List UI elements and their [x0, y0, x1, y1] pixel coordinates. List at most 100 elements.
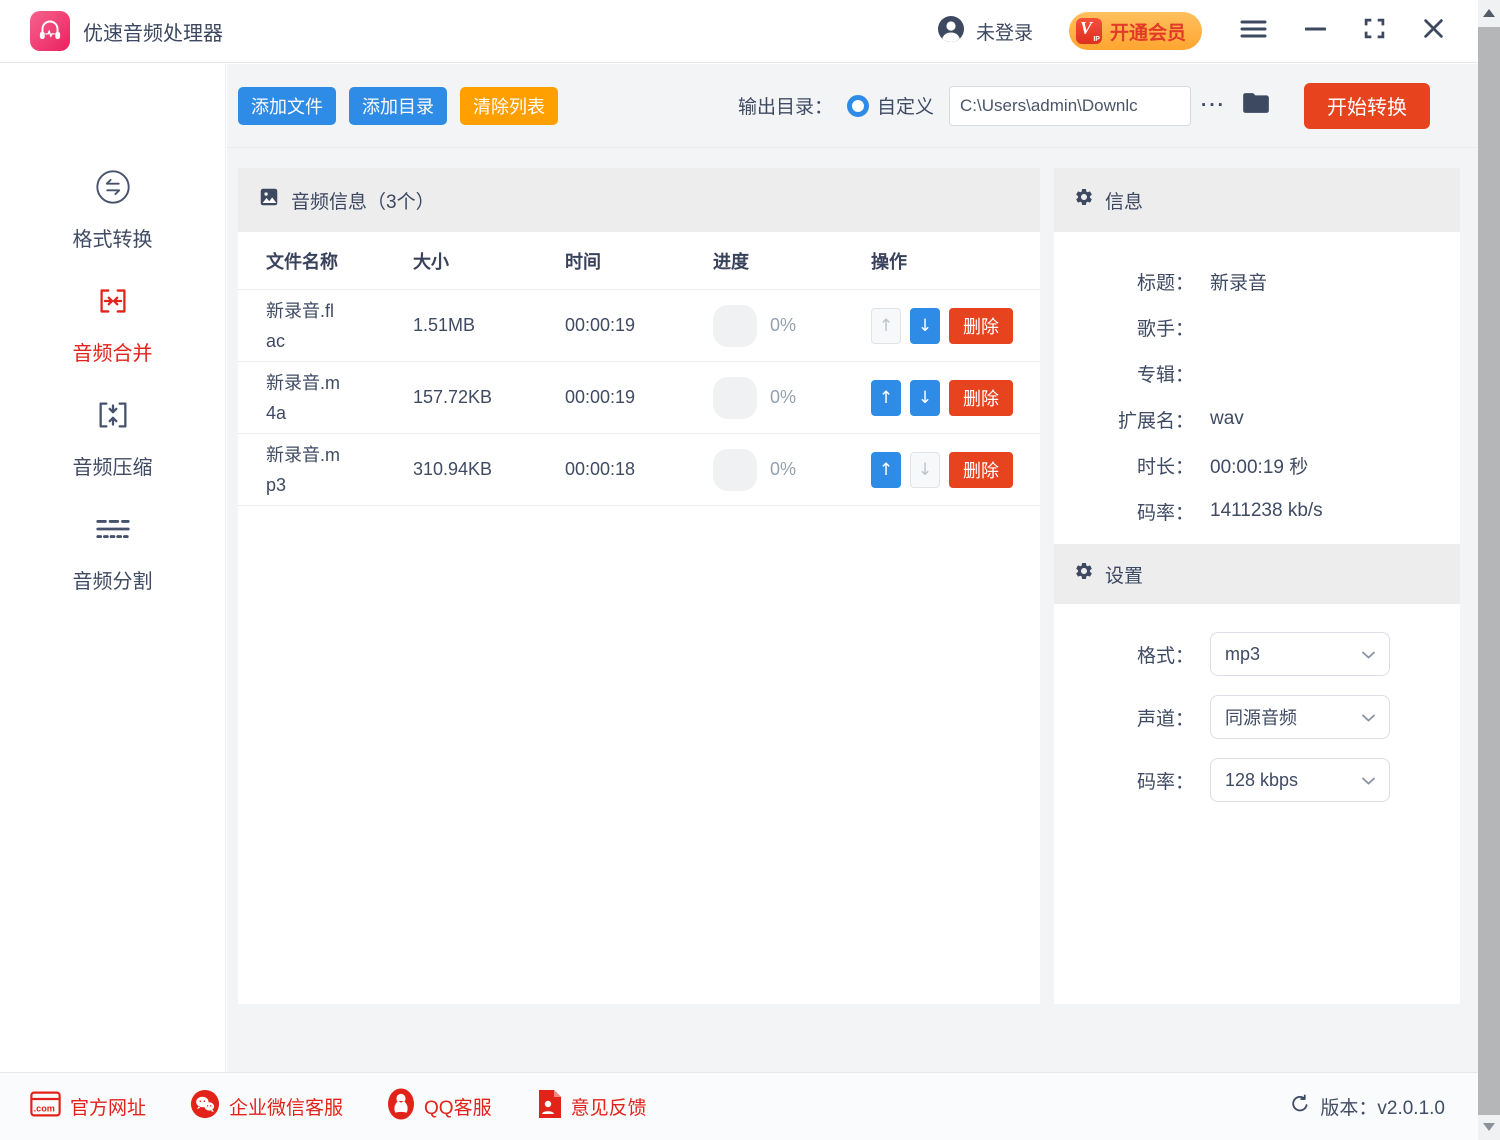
chevron-down-icon [1362, 769, 1375, 791]
scroll-up-button[interactable] [1478, 0, 1500, 26]
delete-button[interactable]: 删除 [949, 452, 1013, 488]
sidebar-item-audio-split[interactable]: 音频分割 [73, 510, 153, 594]
arrow-up-icon: ↑ [879, 388, 893, 408]
format-select[interactable]: mp3 [1210, 632, 1390, 676]
scroll-down-button[interactable] [1478, 1114, 1500, 1140]
file-size: 310.94KB [413, 459, 565, 480]
refresh-icon[interactable] [1289, 1093, 1311, 1121]
qq-support-link[interactable]: QQ客服 [387, 1088, 492, 1126]
wechat-support-link[interactable]: 企业微信客服 [190, 1089, 343, 1125]
sidebar-item-audio-compress[interactable]: 音频压缩 [73, 396, 153, 480]
table-row: 新录音.mp3 310.94KB 00:00:18 0% ↑ ↓ 删除 [238, 434, 1040, 506]
arrow-down-icon: ↓ [918, 316, 932, 336]
add-directory-button[interactable]: 添加目录 [349, 87, 447, 125]
output-path-input[interactable] [949, 86, 1191, 126]
custom-radio-selected[interactable] [847, 95, 869, 117]
photo-icon [258, 186, 280, 214]
file-name: 新录音.mp3 [266, 440, 342, 500]
dot-com-browser-icon: .com [30, 1091, 61, 1123]
info-panel-title: 信息 [1105, 187, 1143, 214]
sidebar: 格式转换 音频合并 音频压缩 [0, 64, 226, 1072]
main-area: 添加文件 添加目录 清除列表 输出目录： 自定义 ··· 开始转换 [227, 64, 1478, 1072]
svg-text:.com: .com [34, 1103, 55, 1113]
file-name: 新录音.m4a [266, 368, 342, 428]
progress-value: 0% [770, 387, 796, 408]
gear-icon [1074, 561, 1094, 587]
feedback-link[interactable]: 意见反馈 [536, 1089, 647, 1125]
delete-button[interactable]: 删除 [949, 380, 1013, 416]
login-area[interactable]: 未登录 [937, 15, 1033, 48]
user-avatar-icon[interactable] [937, 15, 965, 48]
move-up-button[interactable]: ↑ [871, 308, 901, 344]
settings-panel-title: 设置 [1105, 561, 1143, 588]
custom-radio-label[interactable]: 自定义 [877, 92, 934, 119]
add-file-button[interactable]: 添加文件 [238, 87, 336, 125]
delete-button[interactable]: 删除 [949, 308, 1013, 344]
info-value: 新录音 [1210, 268, 1267, 295]
minimize-button[interactable] [1305, 19, 1326, 44]
channel-select[interactable]: 同源音频 [1210, 695, 1390, 739]
start-convert-button[interactable]: 开始转换 [1304, 83, 1430, 129]
file-name: 新录音.flac [266, 296, 342, 356]
chevron-down-icon [1362, 643, 1375, 665]
sidebar-item-label: 音频分割 [73, 565, 153, 594]
maximize-icon [1364, 18, 1385, 44]
folder-icon [1242, 91, 1270, 120]
scrollbar-thumb[interactable] [1478, 27, 1500, 1115]
table-row: 新录音.m4a 157.72KB 00:00:19 0% ↑ ↓ 删除 [238, 362, 1040, 434]
info-value: 00:00:19 秒 [1210, 452, 1308, 479]
sidebar-item-format-convert[interactable]: 格式转换 [73, 168, 153, 252]
info-label: 歌手： [1054, 314, 1194, 341]
info-label: 码率： [1054, 498, 1194, 525]
file-size: 1.51MB [413, 315, 565, 336]
clear-list-button[interactable]: 清除列表 [460, 87, 558, 125]
info-label: 专辑： [1054, 360, 1194, 387]
bitrate-select[interactable]: 128 kbps [1210, 758, 1390, 802]
merge-brackets-icon [94, 282, 132, 325]
progress-circle [713, 377, 757, 419]
sidebar-item-audio-merge[interactable]: 音频合并 [73, 282, 153, 366]
maximize-button[interactable] [1364, 18, 1385, 44]
arrow-down-icon: ↓ [918, 460, 932, 480]
col-time: 时间 [565, 248, 713, 274]
browse-more-button[interactable]: ··· [1201, 95, 1226, 117]
info-value: 1411238 kb/s [1210, 500, 1323, 522]
settings-panel-header: 设置 [1054, 544, 1460, 604]
move-up-button[interactable]: ↑ [871, 380, 901, 416]
info-panel-header: 信息 [1054, 168, 1460, 232]
toolbar: 添加文件 添加目录 清除列表 输出目录： 自定义 ··· 开始转换 [227, 64, 1478, 148]
audio-info-panel: 音频信息（3个） 文件名称 大小 时间 进度 操作 新录音.flac 1.51M… [238, 168, 1040, 1004]
swap-arrows-circle-icon [94, 168, 132, 211]
file-size: 157.72KB [413, 387, 565, 408]
vertical-scrollbar[interactable] [1478, 0, 1500, 1140]
progress-circle [713, 449, 757, 491]
move-up-button[interactable]: ↑ [871, 452, 901, 488]
headphones-waveform-icon [35, 14, 65, 49]
split-dashes-icon [94, 510, 132, 553]
arrow-down-icon: ↓ [918, 388, 932, 408]
arrow-up-icon: ↑ [879, 316, 893, 336]
open-folder-button[interactable] [1242, 91, 1270, 120]
info-settings-panel: 信息 标题：新录音 歌手： 专辑： 扩展名：wav 时长：00:00:19 秒 … [1054, 168, 1460, 1004]
minimize-icon [1305, 19, 1326, 44]
move-down-button[interactable]: ↓ [910, 308, 940, 344]
menu-button[interactable] [1240, 18, 1267, 45]
move-down-button[interactable]: ↓ [910, 452, 940, 488]
app-title: 优速音频处理器 [83, 17, 223, 46]
footer-link-label: 意见反馈 [571, 1093, 647, 1120]
titlebar: 优速音频处理器 未登录 V IP 开通会员 [0, 0, 1478, 63]
progress-value: 0% [770, 459, 796, 480]
col-file-name: 文件名称 [266, 248, 413, 274]
official-site-link[interactable]: .com 官方网址 [30, 1091, 146, 1123]
login-status[interactable]: 未登录 [976, 18, 1033, 45]
setting-label: 格式： [1054, 641, 1194, 668]
app-logo [30, 11, 70, 51]
close-button[interactable] [1423, 18, 1444, 44]
info-label: 扩展名： [1054, 406, 1194, 433]
table-row: 新录音.flac 1.51MB 00:00:19 0% ↑ ↓ 删除 [238, 290, 1040, 362]
vip-upgrade-button[interactable]: V IP 开通会员 [1069, 12, 1202, 50]
settings-fields: 格式： mp3 声道： 同源音频 码率： 128 kb [1054, 604, 1460, 802]
sidebar-item-label: 音频合并 [73, 337, 153, 366]
footer-link-label: 企业微信客服 [229, 1093, 343, 1120]
move-down-button[interactable]: ↓ [910, 380, 940, 416]
